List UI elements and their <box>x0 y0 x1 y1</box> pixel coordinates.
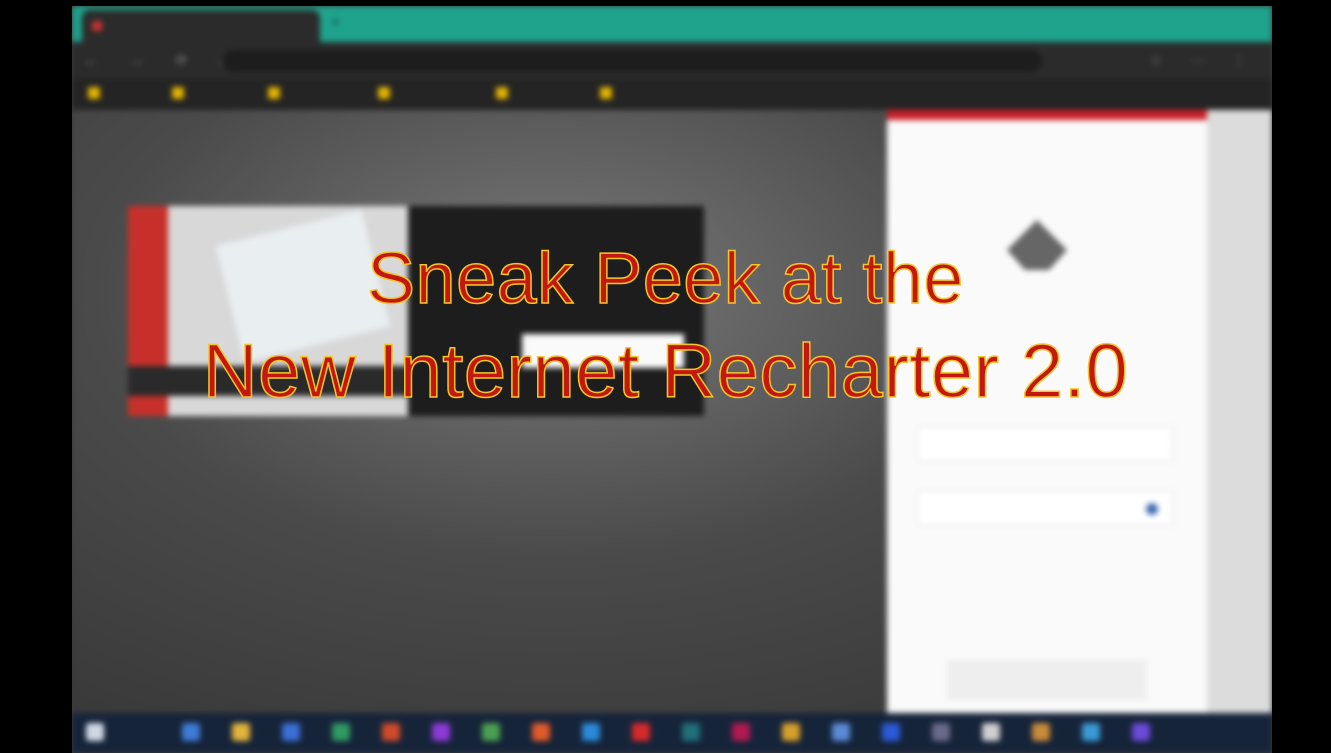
headline-line-2: New Internet Recharter 2.0 <box>202 328 1129 415</box>
title-overlay: Sneak Peek at the New Internet Recharter… <box>0 0 1331 753</box>
headline-line-1: Sneak Peek at the <box>366 238 964 320</box>
